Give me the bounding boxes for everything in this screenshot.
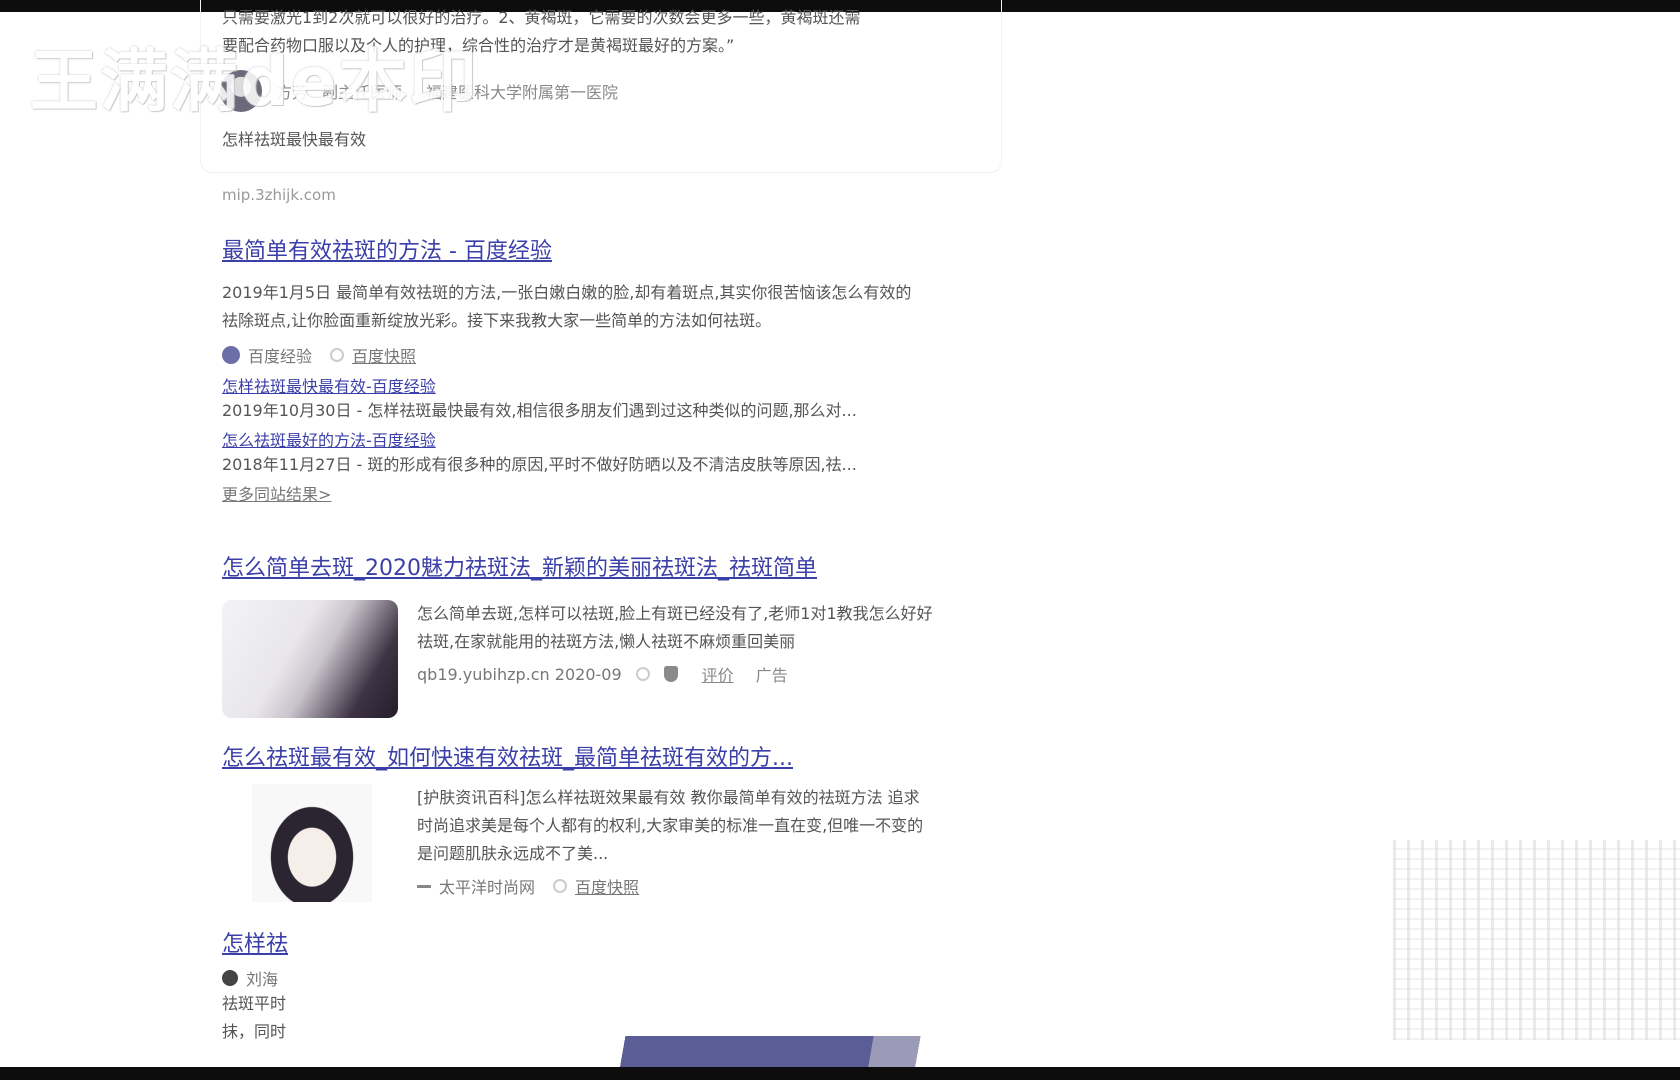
result-3: 怎么祛斑最有效_如何快速有效祛斑_最简单祛斑有效的方... [护肤资讯百科]怎么… (222, 744, 1002, 904)
result-source-row: qb19.yubihzp.cn 2020-09 评价 广告 (417, 662, 977, 686)
watermark-logo: 王满满de本印 (30, 43, 479, 122)
result-abstract: 时尚追求美是每个人都有的权利,大家审美的标准一直在变,但唯一不变的 (417, 816, 924, 835)
related-query-link[interactable]: 怎样祛斑最快最有效 (222, 126, 366, 150)
mip-url: mip.3zhijk.com (222, 186, 336, 204)
result-title-link[interactable]: 最简单有效祛斑的方法 - 百度经验 (222, 239, 552, 264)
ad-badge: 广告 (755, 666, 788, 685)
separator-icon (330, 348, 345, 362)
result-title-link[interactable]: 怎样祛 (222, 932, 288, 957)
bottom-tab-shape (612, 1036, 942, 1067)
source-name: 百度经验 (248, 347, 313, 366)
baidu-jingyan-icon (222, 346, 240, 364)
pixelated-overlay (1393, 840, 1680, 1040)
result-title-link[interactable]: 怎么祛斑最有效_如何快速有效祛斑_最简单祛斑有效的方... (222, 746, 793, 771)
bottom-black-bar (0, 1067, 1680, 1080)
result-source-row: 太平洋时尚网 百度快照 (417, 874, 987, 898)
author-name: 刘海 (246, 970, 279, 989)
result-thumbnail[interactable] (252, 784, 372, 902)
snapshot-link[interactable]: 百度快照 (575, 874, 639, 898)
overlay-mask (300, 940, 1393, 1036)
author-avatar-icon (222, 970, 238, 986)
result-2-ad: 怎么简单去斑_2020魅力祛斑法_新颖的美丽祛斑法_祛斑简单 怎么简单去斑,怎样… (222, 554, 1002, 724)
result-abstract: 2019年1月5日 最简单有效祛斑的方法,一张白嫩白嫩的脸,却有着斑点,其实你很… (222, 283, 912, 302)
result-source-row: 百度经验 百度快照 (222, 343, 1002, 367)
snapshot-link[interactable]: 百度快照 (352, 343, 416, 367)
result-abstract: 祛斑,在家就能用的祛斑方法,懒人祛斑不麻烦重回美丽 (417, 632, 796, 651)
sub-result-link[interactable]: 怎样祛斑最快最有效-百度经验 (222, 377, 436, 396)
result-thumbnail[interactable] (222, 600, 398, 718)
separator-icon (553, 879, 568, 893)
source-logo-icon (417, 884, 431, 888)
shield-icon (663, 666, 678, 682)
sub-result-desc: 2018年11月27日 - 斑的形成有很多种的原因,平时不做好防晒以及不清洁皮肤… (222, 455, 857, 474)
separator-icon (635, 667, 650, 681)
result-1: 最简单有效祛斑的方法 - 百度经验 2019年1月5日 最简单有效祛斑的方法,一… (222, 237, 1002, 505)
result-abstract: 祛除斑点,让你脸面重新绽放光彩。接下来我教大家一些简单的方法如何祛斑。 (222, 311, 772, 330)
more-results-link[interactable]: 更多同站结果> (222, 485, 331, 504)
result-abstract: 是问题肌肤永远成不了美... (417, 844, 609, 863)
result-title-link[interactable]: 怎么简单去斑_2020魅力祛斑法_新颖的美丽祛斑法_祛斑简单 (222, 556, 817, 581)
sub-result-link[interactable]: 怎么祛斑最好的方法-百度经验 (222, 431, 436, 450)
result-abstract: [护肤资讯百科]怎么样祛斑效果最有效 教你最简单有效的祛斑方法 追求 (417, 788, 920, 807)
result-abstract: 怎么简单去斑,怎样可以祛斑,脸上有斑已经没有了,老师1对1教我怎么好好 (417, 604, 933, 623)
source-name: 太平洋时尚网 (439, 878, 536, 897)
sub-result-desc: 2019年10月30日 - 怎样祛斑最快最有效,相信很多朋友们遇到过这种类似的问… (222, 401, 857, 420)
review-link[interactable]: 评价 (702, 662, 734, 686)
result-url: qb19.yubihzp.cn 2020-09 (417, 664, 622, 684)
